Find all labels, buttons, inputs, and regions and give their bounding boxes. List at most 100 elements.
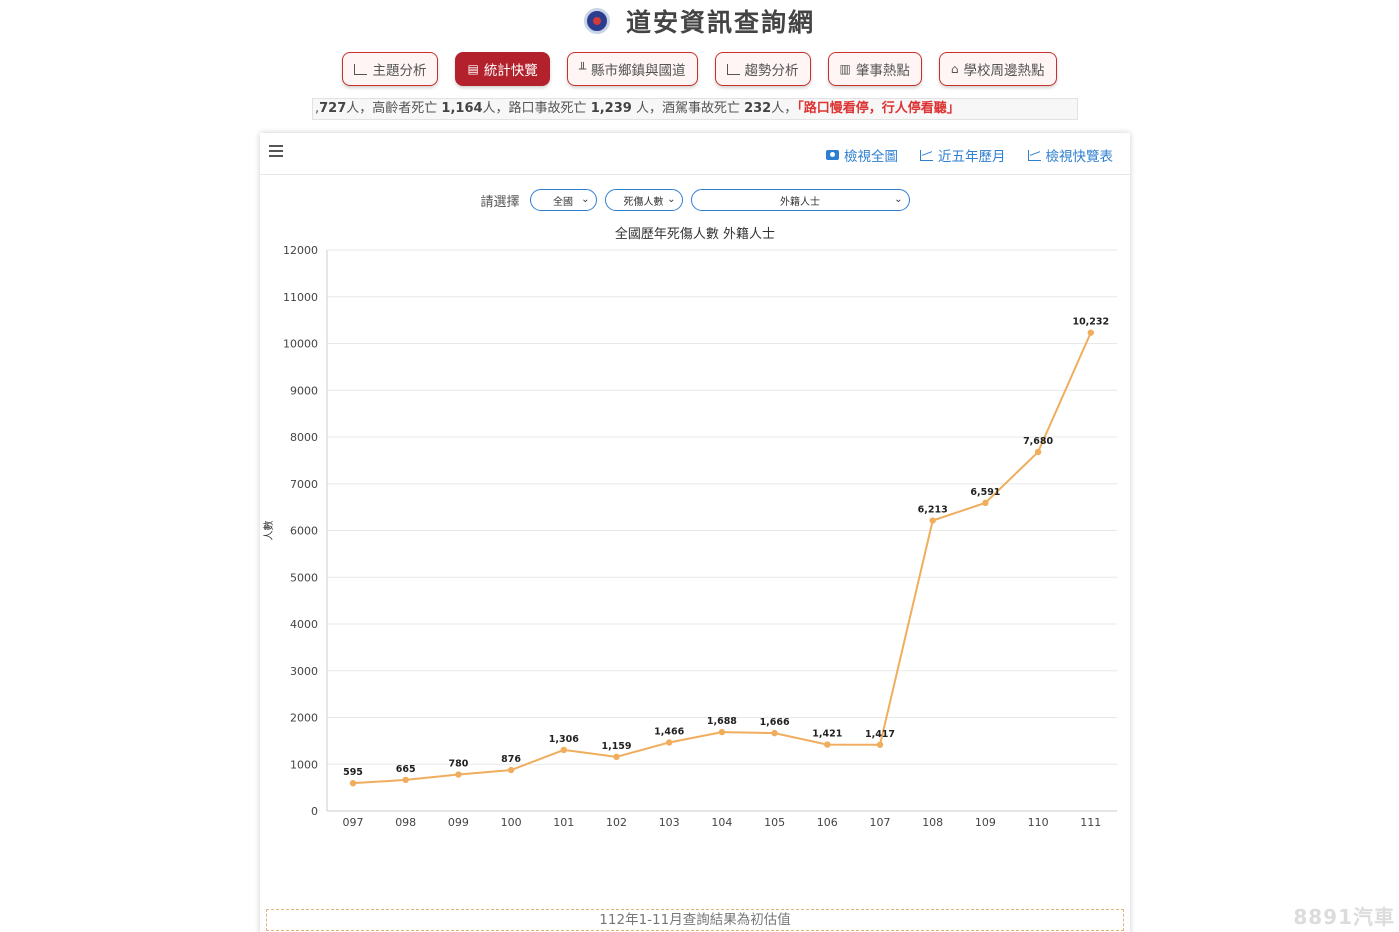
data-label: 876 <box>501 754 521 765</box>
data-label: 1,666 <box>760 717 790 728</box>
x-tick-label: 099 <box>448 816 469 829</box>
ticker-number: 727 <box>319 101 347 116</box>
filter-bar: 請選擇 全國 ⌄ 死傷人數 ⌄ 外籍人士 ⌄ <box>260 189 1130 211</box>
x-tick-label: 102 <box>606 816 627 829</box>
chevron-down-icon: ⌄ <box>581 194 590 205</box>
x-tick-label: 106 <box>817 816 838 829</box>
x-tick-label: 109 <box>975 816 996 829</box>
newspaper-icon: ▤ <box>467 62 479 76</box>
camera-icon <box>826 150 839 160</box>
data-label: 1,417 <box>865 729 895 740</box>
chart-title: 全國歷年死傷人數 外籍人士 <box>615 226 775 242</box>
toolbar-links: 檢視全圖 近五年歷月 檢視快覽表 <box>826 145 1113 165</box>
x-tick-label: 098 <box>395 816 416 829</box>
data-label: 6,213 <box>918 505 948 516</box>
y-tick-label: 5000 <box>290 571 318 584</box>
data-label: 780 <box>448 759 468 770</box>
data-point <box>771 729 778 737</box>
nav-label: 趨勢分析 <box>744 63 799 79</box>
y-tick-label: 3000 <box>290 665 318 678</box>
news-ticker[interactable]: ,727人，高齡者死亡 1,164人，路口事故死亡 1,239 人，酒駕事故死亡… <box>312 98 1078 120</box>
data-label: 6,591 <box>970 487 1000 498</box>
y-tick-label: 4000 <box>290 618 318 631</box>
nav-trend-analysis[interactable]: 趨勢分析 <box>714 52 811 86</box>
data-point <box>824 741 831 748</box>
filter-label: 請選擇 <box>480 194 520 210</box>
nav-topic-analysis[interactable]: 主題分析 <box>342 52 439 86</box>
y-tick-label: 12000 <box>283 244 318 257</box>
ticker-number: 1,239 <box>590 101 632 116</box>
watermark: 8891汽車 <box>1293 905 1395 929</box>
data-point <box>613 753 620 761</box>
nav-label: 縣市鄉鎮與國道 <box>591 63 686 79</box>
area-chart-icon <box>726 63 740 75</box>
data-point <box>455 771 462 778</box>
site-logo-icon[interactable] <box>583 8 610 34</box>
chart-panel: 檢視全圖 近五年歷月 檢視快覽表 請選擇 全國 ⌄ 死傷人數 ⌄ 外籍人士 ⌄ <box>260 133 1130 932</box>
x-tick-label: 097 <box>343 816 364 829</box>
nav-label: 統計快覽 <box>483 63 538 79</box>
data-point <box>402 776 409 784</box>
data-point <box>1034 448 1042 456</box>
data-label: 1,306 <box>549 734 579 745</box>
y-tick-label: 11000 <box>283 291 318 304</box>
ticker-text: 人， <box>771 101 798 116</box>
ticker-number: 1,164 <box>441 101 483 116</box>
chevron-down-icon: ⌄ <box>894 194 903 205</box>
site-title[interactable]: 道安資訊查詢網 <box>626 3 815 39</box>
hamburger-menu-icon[interactable] <box>269 145 283 157</box>
bar-chart-icon: ╨ <box>578 62 587 76</box>
map-icon: ▥ <box>839 62 851 76</box>
data-point <box>982 499 989 507</box>
data-point <box>1087 329 1094 336</box>
nav-stats-overview[interactable]: ▤ 統計快覽 <box>455 52 550 86</box>
x-tick-label: 111 <box>1080 816 1101 829</box>
metric-select[interactable]: 死傷人數 ⌄ <box>604 189 683 211</box>
nav-accident-hotspots[interactable]: ▥ 肇事熱點 <box>827 52 922 86</box>
line-chart: 全國歷年死傷人數 外籍人士人數 0 1000 2000 3000 4000 5000 6000… <box>262 226 1117 829</box>
view-full-chart-link[interactable]: 檢視全圖 <box>826 145 898 165</box>
view-summary-table-link[interactable]: 檢視快覽表 <box>1027 145 1114 165</box>
panel-toolbar: 檢視全圖 近五年歷月 檢視快覽表 <box>260 133 1130 175</box>
y-tick-label: 10000 <box>283 338 318 351</box>
site-title-wrap: 道安資訊查詢網 <box>583 3 815 39</box>
y-tick-label: 2000 <box>290 712 318 725</box>
data-label: 1,421 <box>812 729 842 740</box>
area-chart-icon <box>920 149 933 161</box>
recent-five-years-link[interactable]: 近五年歷月 <box>920 145 1006 165</box>
nav-label: 學校周邊熱點 <box>963 63 1045 79</box>
x-tick-label: 103 <box>659 816 680 829</box>
region-select-value: 全國 <box>553 196 573 208</box>
x-tick-label: 101 <box>553 816 574 829</box>
data-label: 595 <box>343 767 363 778</box>
data-label: 1,466 <box>654 726 684 737</box>
x-tick-label: 104 <box>711 816 732 829</box>
y-tick-label: 1000 <box>290 758 318 771</box>
nav-label: 主題分析 <box>372 63 427 79</box>
ticker-text: 人，高齡者死亡 <box>346 101 442 116</box>
y-tick-label: 0 <box>311 805 318 818</box>
group-select[interactable]: 外籍人士 ⌄ <box>690 189 910 211</box>
ticker-slogan: 「路口慢看停，行人停看聽」 <box>797 101 960 116</box>
x-tick-label: 110 <box>1028 816 1049 829</box>
ticker-text: 人，酒駕事故死亡 <box>631 101 745 116</box>
nav-county-highway[interactable]: ╨ 縣市鄉鎮與國道 <box>566 52 698 86</box>
x-tick-label: 108 <box>922 816 943 829</box>
x-tick-label: 100 <box>501 816 522 829</box>
metric-select-value: 死傷人數 <box>623 196 664 208</box>
nav-school-hotspots[interactable]: ⌂ 學校周邊熱點 <box>938 52 1057 86</box>
site-header: 道安資訊查詢網 <box>0 0 1399 40</box>
toolbar-link-label: 檢視快覽表 <box>1045 149 1114 165</box>
data-label: 1,688 <box>707 716 737 727</box>
toolbar-link-label: 近五年歷月 <box>938 149 1006 165</box>
y-tick-label: 9000 <box>290 384 318 397</box>
region-select[interactable]: 全國 ⌄ <box>529 189 597 211</box>
x-tick-label: 105 <box>764 816 785 829</box>
data-point <box>929 517 936 524</box>
data-label: 1,159 <box>601 741 631 752</box>
data-label: 665 <box>396 764 416 775</box>
ticker-text: 人，路口事故死亡 <box>482 101 591 116</box>
chart-area: 全國歷年死傷人數 外籍人士 人數 0 1000 2000 3000 4000 5000 6000… <box>260 221 1130 841</box>
data-point <box>507 766 515 774</box>
area-chart-icon <box>1027 149 1041 161</box>
